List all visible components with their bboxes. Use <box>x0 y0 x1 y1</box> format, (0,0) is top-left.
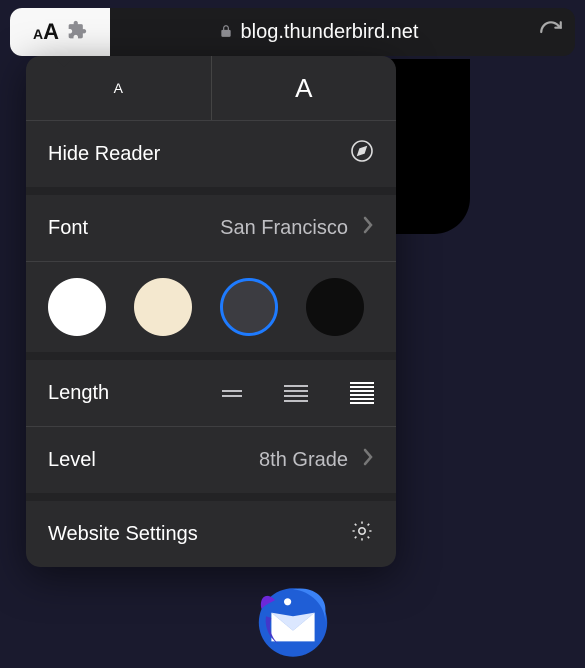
theme-black-swatch[interactable] <box>306 278 364 336</box>
large-a-label: A <box>295 73 312 104</box>
reader-settings-popup: A A Hide Reader Font San Francisco Lengt… <box>26 56 396 567</box>
extensions-icon <box>67 20 87 45</box>
small-a-label: A <box>114 80 123 96</box>
section-divider <box>26 352 396 360</box>
decrease-text-button[interactable]: A <box>26 56 212 120</box>
length-narrow-button[interactable] <box>222 390 242 397</box>
address-bar[interactable]: blog.thunderbird.net <box>110 21 527 44</box>
reader-mode-button[interactable]: AA <box>10 8 110 56</box>
thunderbird-logo <box>248 573 338 663</box>
text-size-row: A A <box>26 56 396 120</box>
level-row[interactable]: Level 8th Grade <box>26 427 396 493</box>
website-settings-label: Website Settings <box>48 523 198 546</box>
level-value: 8th Grade <box>96 449 362 472</box>
website-settings-row[interactable]: Website Settings <box>26 501 396 567</box>
length-label: Length <box>48 382 109 405</box>
refresh-icon <box>538 19 564 45</box>
browser-toolbar: AA blog.thunderbird.net <box>10 8 575 56</box>
hide-reader-row[interactable]: Hide Reader <box>26 121 396 187</box>
length-medium-button[interactable] <box>284 385 308 402</box>
theme-color-row <box>26 262 396 352</box>
level-label: Level <box>48 449 96 472</box>
font-value: San Francisco <box>88 217 362 240</box>
section-divider <box>26 187 396 195</box>
compass-icon <box>350 139 374 169</box>
refresh-button[interactable] <box>527 19 575 45</box>
theme-sepia-swatch[interactable] <box>134 278 192 336</box>
font-row[interactable]: Font San Francisco <box>26 195 396 261</box>
section-divider <box>26 493 396 501</box>
theme-gray-swatch[interactable] <box>220 278 278 336</box>
chevron-right-icon <box>362 216 374 240</box>
font-label: Font <box>48 217 88 240</box>
increase-text-button[interactable]: A <box>212 56 397 120</box>
hide-reader-label: Hide Reader <box>48 143 160 166</box>
lock-icon <box>219 21 233 44</box>
length-row: Length <box>26 360 396 426</box>
gear-icon <box>350 519 374 549</box>
chevron-right-icon <box>362 448 374 472</box>
url-text: blog.thunderbird.net <box>241 21 419 44</box>
theme-white-swatch[interactable] <box>48 278 106 336</box>
length-wide-button[interactable] <box>350 382 374 404</box>
text-size-icon: AA <box>33 19 59 45</box>
